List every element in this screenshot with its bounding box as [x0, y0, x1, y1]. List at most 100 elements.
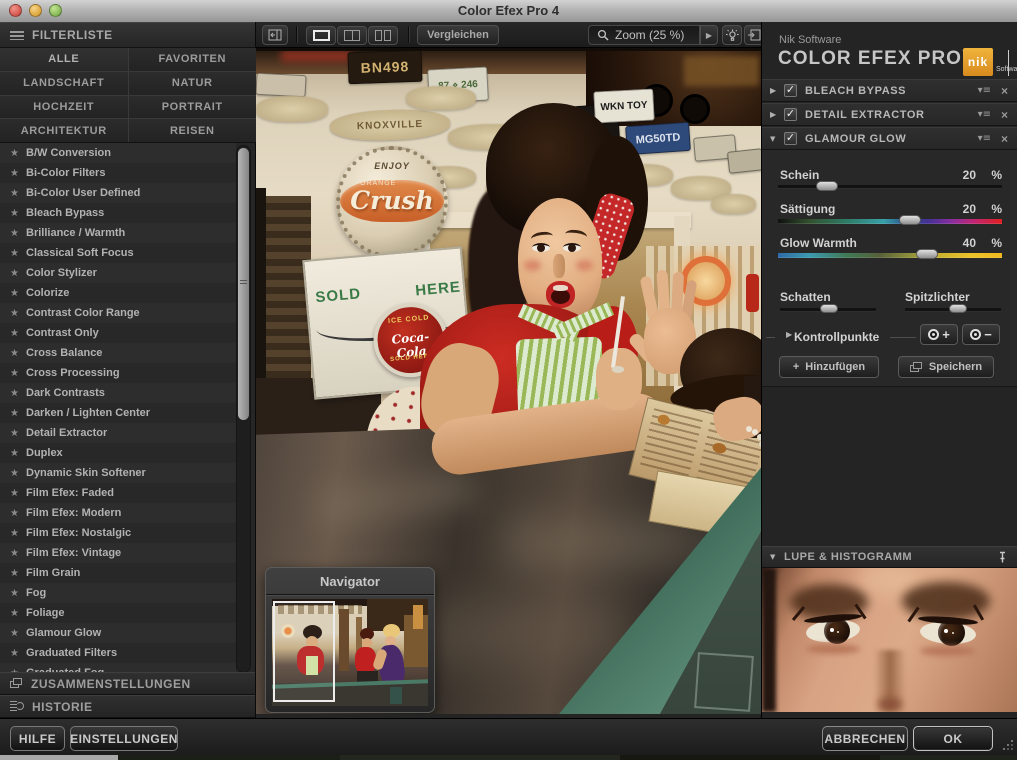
filter-list-item[interactable]: ★Colorize [0, 283, 236, 303]
favorite-star-icon[interactable]: ★ [10, 208, 26, 219]
category-reisen[interactable]: REISEN [129, 119, 257, 142]
filter-list-item[interactable]: ★Film Efex: Vintage [0, 543, 236, 563]
chevron-down-icon[interactable]: ▼ [770, 553, 784, 561]
favorite-star-icon[interactable]: ★ [10, 388, 26, 399]
remove-filter-icon[interactable]: × [1001, 84, 1008, 98]
category-architektur[interactable]: ARCHITEKTUR [0, 119, 128, 142]
chevron-right-icon[interactable]: ▶ [770, 86, 784, 95]
stack-item-detail-extractor[interactable]: ▶ ✓ DETAIL EXTRACTOR ▾≡ × [762, 103, 1017, 126]
schatten-slider-track[interactable] [780, 308, 876, 312]
filter-list-item[interactable]: ★Graduated Filters [0, 643, 236, 663]
cancel-button[interactable]: ABBRECHEN [822, 726, 908, 751]
filter-list-item[interactable]: ★Contrast Only [0, 323, 236, 343]
favorite-star-icon[interactable]: ★ [10, 568, 26, 579]
navigator-panel[interactable]: Navigator [265, 567, 435, 713]
favorite-star-icon[interactable]: ★ [10, 168, 26, 179]
favorite-star-icon[interactable]: ★ [10, 288, 26, 299]
favorite-star-icon[interactable]: ★ [10, 248, 26, 259]
category-hochzeit[interactable]: HOCHZEIT [0, 96, 128, 119]
favorite-star-icon[interactable]: ★ [10, 188, 26, 199]
schein-slider-track[interactable] [778, 185, 1002, 189]
filter-list-item[interactable]: ★Detail Extractor [0, 423, 236, 443]
filter-list-item[interactable]: ★Bi-Color Filters [0, 163, 236, 183]
favorite-star-icon[interactable]: ★ [10, 448, 26, 459]
filter-list-item[interactable]: ★Fog [0, 583, 236, 603]
filter-list-item[interactable]: ★Film Efex: Nostalgic [0, 523, 236, 543]
preset-menu-icon[interactable]: ▾≡ [978, 85, 991, 96]
navigator-view-rect[interactable] [273, 601, 335, 702]
filter-list-item[interactable]: ★Glamour Glow [0, 623, 236, 643]
titlebar[interactable]: Color Efex Pro 4 [0, 0, 1017, 23]
favorite-star-icon[interactable]: ★ [10, 228, 26, 239]
saettigung-slider-handle[interactable] [899, 215, 921, 225]
favorite-star-icon[interactable]: ★ [10, 328, 26, 339]
resize-grip[interactable] [1001, 740, 1013, 752]
filter-list-item[interactable]: ★Bi-Color User Defined [0, 183, 236, 203]
stack-item-bleach-bypass[interactable]: ▶ ✓ BLEACH BYPASS ▾≡ × [762, 79, 1017, 102]
favorite-star-icon[interactable]: ★ [10, 148, 26, 159]
lupe-preview[interactable] [762, 568, 1017, 712]
category-favoriten[interactable]: FAVORITEN [129, 48, 257, 71]
spitzlichter-slider-track[interactable] [905, 308, 1001, 312]
background-color-button[interactable] [722, 25, 742, 45]
remove-filter-icon[interactable]: × [1001, 108, 1008, 122]
spitzlichter-slider-handle[interactable] [949, 304, 967, 313]
saettigung-slider-track[interactable] [778, 219, 1002, 224]
help-button[interactable]: HILFE [10, 726, 65, 751]
navigator-thumbnail[interactable] [272, 599, 428, 706]
image-canvas[interactable]: BN498 87 ⋄ 246 63 948 WKN TOY MG50TD KNO… [256, 48, 761, 714]
add-control-point-button[interactable]: + [920, 324, 958, 345]
view-single-button[interactable] [306, 26, 336, 45]
favorite-star-icon[interactable]: ★ [10, 468, 26, 479]
filter-list-item[interactable]: ★Cross Processing [0, 363, 236, 383]
favorite-star-icon[interactable]: ★ [10, 628, 26, 639]
pin-icon[interactable] [996, 550, 1009, 564]
preset-menu-icon[interactable]: ▾≡ [978, 109, 991, 120]
filter-list-item[interactable]: ★Dark Contrasts [0, 383, 236, 403]
schein-slider-handle[interactable] [816, 181, 838, 191]
favorite-star-icon[interactable]: ★ [10, 488, 26, 499]
history-section[interactable]: HISTORIE [0, 695, 255, 718]
filter-list-item[interactable]: ★Classical Soft Focus [0, 243, 236, 263]
remove-filter-icon[interactable]: × [1001, 132, 1008, 146]
filter-list-item[interactable]: ★Film Grain [0, 563, 236, 583]
favorite-star-icon[interactable]: ★ [10, 368, 26, 379]
glow-warmth-slider-track[interactable] [778, 253, 1002, 258]
filter-list-scrollbar[interactable] [236, 145, 251, 673]
chevron-right-icon[interactable]: ▶ [770, 110, 784, 119]
filter-list-item[interactable]: ★Duplex [0, 443, 236, 463]
category-landschaft[interactable]: LANDSCHAFT [0, 72, 128, 95]
settings-button[interactable]: EINSTELLUNGEN [70, 726, 178, 751]
favorite-star-icon[interactable]: ★ [10, 588, 26, 599]
favorite-star-icon[interactable]: ★ [10, 548, 26, 559]
view-split-button[interactable] [337, 26, 367, 45]
scrollbar-thumb[interactable] [238, 148, 249, 420]
filter-list-item[interactable]: ★Film Efex: Modern [0, 503, 236, 523]
favorite-star-icon[interactable]: ★ [10, 528, 26, 539]
filter-list-item[interactable]: ★Color Stylizer [0, 263, 236, 283]
zoom-control[interactable]: Zoom (25 %) [588, 25, 700, 45]
compilations-section[interactable]: ZUSAMMENSTELLUNGEN [0, 672, 255, 695]
ok-button[interactable]: OK [913, 726, 993, 751]
favorite-star-icon[interactable]: ★ [10, 348, 26, 359]
preset-menu-icon[interactable]: ▾≡ [978, 133, 991, 144]
glow-warmth-slider-handle[interactable] [916, 249, 938, 259]
favorite-star-icon[interactable]: ★ [10, 608, 26, 619]
filter-list-item[interactable]: ★Foliage [0, 603, 236, 623]
favorite-star-icon[interactable]: ★ [10, 268, 26, 279]
compare-button[interactable]: Vergleichen [417, 25, 499, 45]
enabled-checkbox[interactable]: ✓ [784, 108, 797, 121]
enabled-checkbox[interactable]: ✓ [784, 132, 797, 145]
filter-list-item[interactable]: ★Contrast Color Range [0, 303, 236, 323]
stack-item-glamour-glow[interactable]: ▼ ✓ GLAMOUR GLOW ▾≡ × [762, 127, 1017, 150]
zoom-menu-button[interactable]: ▶ [700, 25, 718, 45]
category-alle[interactable]: ALLE [0, 48, 128, 71]
filter-list-item[interactable]: ★B/W Conversion [0, 143, 236, 163]
filter-list-item[interactable]: ★Cross Balance [0, 343, 236, 363]
save-recipe-button[interactable]: Speichern [898, 356, 994, 378]
filter-list-item[interactable]: ★Darken / Lighten Center [0, 403, 236, 423]
filter-list-item[interactable]: ★Dynamic Skin Softener [0, 463, 236, 483]
chevron-down-icon[interactable]: ▼ [770, 135, 784, 143]
filter-list-item[interactable]: ★Bleach Bypass [0, 203, 236, 223]
view-sidebyside-button[interactable] [368, 26, 398, 45]
